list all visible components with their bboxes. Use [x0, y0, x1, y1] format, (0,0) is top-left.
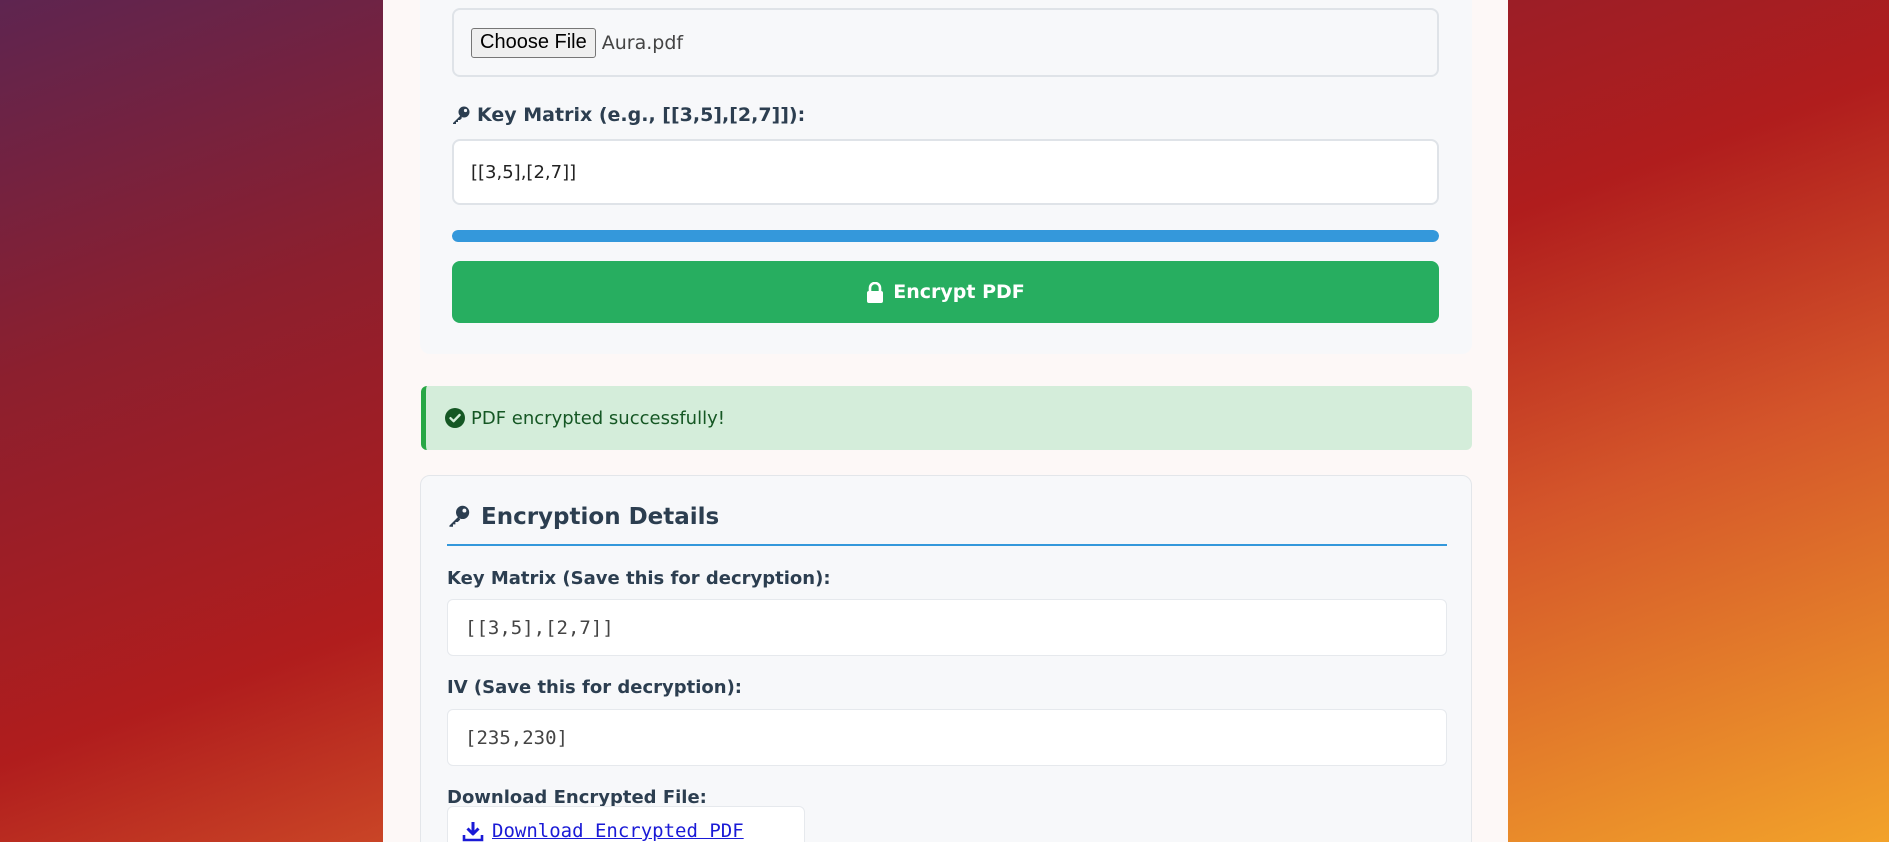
- download-encrypted-pdf-link[interactable]: Download Encrypted PDF: [447, 806, 805, 842]
- download-encrypted-pdf-text: Download Encrypted PDF: [492, 820, 744, 842]
- key-matrix-label: Key Matrix (e.g., [[3,5],[2,7]]):: [451, 104, 805, 126]
- encrypt-pdf-button-label: Encrypt PDF: [893, 281, 1025, 303]
- encrypt-pdf-button[interactable]: Encrypt PDF: [452, 261, 1439, 323]
- progress-bar: [452, 230, 1439, 242]
- progress-bar-fill: [452, 230, 1439, 242]
- choose-file-button[interactable]: Choose File: [471, 27, 596, 58]
- success-alert: PDF encrypted successfully!: [421, 386, 1472, 450]
- key-icon: [447, 504, 471, 528]
- selected-file-name: Aura.pdf: [601, 31, 684, 54]
- encryption-details-title: Encryption Details: [481, 504, 720, 530]
- check-circle-icon: [445, 408, 465, 428]
- key-matrix-input[interactable]: [452, 139, 1439, 205]
- download-label: Download Encrypted File:: [447, 787, 707, 808]
- encryption-details-heading: Encryption Details: [447, 504, 1447, 546]
- saved-key-matrix-label: Key Matrix (Save this for decryption):: [447, 568, 831, 589]
- encryption-details-card: Encryption Details Key Matrix (Save this…: [420, 475, 1472, 842]
- success-alert-message: PDF encrypted successfully!: [471, 407, 725, 429]
- key-icon: [451, 105, 471, 125]
- file-upload-field[interactable]: Choose File Aura.pdf: [452, 8, 1439, 77]
- iv-label: IV (Save this for decryption):: [447, 677, 742, 698]
- lock-icon: [866, 281, 884, 303]
- key-matrix-label-text: Key Matrix (e.g., [[3,5],[2,7]]):: [477, 104, 806, 126]
- page-container: Choose File Aura.pdf Key Matrix (e.g., […: [383, 0, 1508, 842]
- iv-value: [235,230]: [447, 709, 1447, 766]
- download-icon: [462, 820, 484, 842]
- saved-key-matrix-value: [[3,5],[2,7]]: [447, 599, 1447, 656]
